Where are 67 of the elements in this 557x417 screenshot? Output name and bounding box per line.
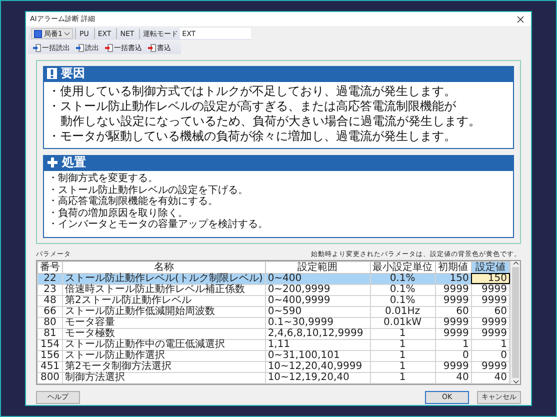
scrollbar[interactable]	[510, 260, 520, 384]
table-cell: 倍速時ストール防止動作レベル補正係数	[62, 284, 266, 295]
value-cell[interactable]: 150	[471, 273, 510, 284]
column-header[interactable]: 設定範囲	[265, 261, 370, 273]
read-icon	[33, 44, 41, 52]
table-cell: 48	[38, 295, 62, 306]
table-cell: 66	[38, 306, 62, 317]
table-cell: ストール防止動作中の電圧低減選択	[62, 339, 266, 350]
table-cell: 制御方法選択	[62, 372, 266, 383]
write-icon	[105, 44, 113, 52]
table-cell: モータ極数	[62, 328, 266, 339]
table-cell: 0.1%	[370, 273, 436, 284]
scroll-up-icon[interactable]	[512, 260, 518, 266]
table-cell: 0.1%	[370, 295, 436, 306]
table-cell: 10~12,19,20,40	[265, 372, 370, 383]
table-cell: 81	[38, 328, 62, 339]
table-cell: 800	[38, 372, 62, 383]
table-cell: 0~590	[265, 306, 370, 317]
table-cell: 23	[38, 284, 62, 295]
table-cell: 1,11	[265, 339, 370, 350]
table-cell: 0~400,9999	[265, 295, 370, 306]
table-cell: 1	[370, 361, 436, 372]
column-header[interactable]: 初期値	[435, 261, 472, 273]
plus-icon	[47, 157, 58, 168]
table-cell: 1	[370, 350, 436, 361]
table-cell: ストール防止動作レベル(トルク制限レベル)	[62, 273, 266, 284]
read-icon	[76, 44, 84, 52]
column-header[interactable]: 最小設定単位	[370, 261, 436, 273]
close-icon[interactable]	[515, 14, 525, 24]
table-cell: 0~200,9999	[265, 284, 370, 295]
section-title: 要因	[61, 65, 85, 82]
section-title: 処置	[62, 154, 86, 171]
table-cell: モータ容量	[62, 317, 266, 328]
cause-text: ・ストール防止動作レベルの設定が高すぎる、または高応答電流制限機能が	[48, 99, 457, 114]
table-cell: 0.1%	[370, 284, 436, 295]
table-cell: 80	[38, 317, 62, 328]
remedy-text: ・インバータとモータの容量アップを検討する。	[48, 219, 269, 230]
table-cell: 第2ストール防止動作レベル	[62, 295, 266, 306]
table-cell: 第2モータ制御方法選択	[62, 361, 266, 372]
column-header[interactable]: 名称	[62, 261, 266, 273]
remedy-text: ・制御方式を変更する。	[48, 173, 159, 184]
table-cell: 22	[38, 273, 62, 284]
table-cell: 154	[38, 339, 62, 350]
remedy-text: ・高応答電流制限機能を有効にする。	[48, 196, 218, 208]
table-cell: 10~12,20,40,9999	[265, 361, 370, 372]
cause-text: 動作しない設定になっているため、負荷が大きい場合に過電流が発生します。	[60, 114, 482, 129]
column-header[interactable]: 番号	[38, 261, 62, 273]
table-cell: ストール防止動作選択	[62, 350, 266, 361]
table-cell: 1	[370, 372, 436, 383]
remedy-text: ・ストール防止動作レベルの設定を下げる。	[48, 184, 249, 196]
table-cell: 1	[370, 339, 436, 350]
table-cell: 1	[370, 328, 436, 339]
cause-text: ・モータが駆動している機械の負荷が徐々に増加し、過電流が発生します。	[48, 129, 457, 144]
table-cell: 2,4,6,8,10,12,9999	[265, 328, 370, 339]
cause-text: ・使用している制御方式ではトルクが不足しており、過電流が発生します。	[48, 84, 457, 99]
table-cell: 0.1~30,9999	[265, 317, 370, 328]
table-cell: 0.01kW	[370, 317, 436, 328]
table-cell: 0~31,100,101	[265, 350, 370, 361]
table-cell: 0.01Hz	[370, 306, 436, 317]
scroll-down-icon[interactable]	[512, 378, 518, 384]
table-cell: 0~400	[265, 273, 370, 284]
table-cell: 156	[38, 350, 62, 361]
table-cell: 451	[38, 361, 62, 372]
table-cell: ストール防止動作低減開始周波数	[62, 306, 266, 317]
write-icon	[148, 44, 156, 52]
column-header[interactable]: 設定値	[471, 261, 510, 273]
remedy-text: ・負荷の増加原因を取り除く。	[48, 208, 189, 218]
